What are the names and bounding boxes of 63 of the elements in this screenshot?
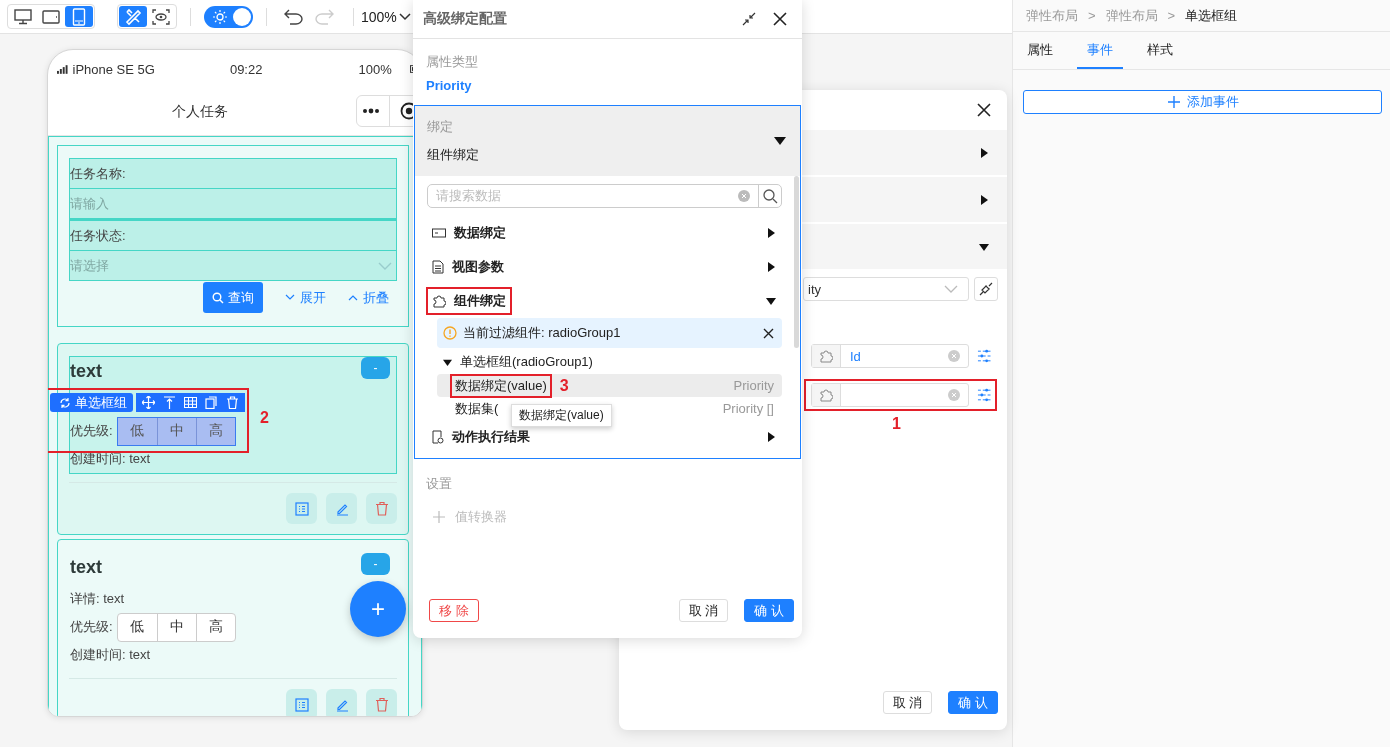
leaf-label: 数据集( xyxy=(454,399,500,418)
carrier-label: iPhone SE 5G xyxy=(72,61,156,77)
cancel-button[interactable]: 取 消 xyxy=(882,691,933,714)
page-title: 个人任务 xyxy=(172,102,228,121)
select-field[interactable]: ity xyxy=(803,277,969,301)
breadcrumb-separator: > xyxy=(1088,8,1096,23)
zoom-select[interactable]: 100% xyxy=(361,8,397,25)
property-type-value: Priority xyxy=(426,78,473,93)
radio-option[interactable]: 高 xyxy=(195,417,235,445)
panel-tab[interactable]: 样式 xyxy=(1137,32,1183,69)
remove-button[interactable]: 移 除 xyxy=(429,599,479,622)
tree-item[interactable]: 视图参数 xyxy=(426,253,510,281)
card-title: text xyxy=(70,557,102,578)
expand-button[interactable]: 展开 xyxy=(277,288,334,307)
tree-leaf[interactable]: 数据绑定(value) 3 Priority xyxy=(437,374,782,397)
breadcrumb-item[interactable]: 单选框组 xyxy=(1185,6,1238,25)
battery-label: 100% xyxy=(358,61,393,77)
dialog-title: 高级绑定配置 xyxy=(423,10,508,28)
breadcrumb-item[interactable]: 弹性布局 xyxy=(1026,6,1078,25)
radio-option[interactable]: 低 xyxy=(117,613,157,641)
created-time-text: 创建时间: text xyxy=(70,450,151,468)
collapse-button[interactable]: 折叠 xyxy=(340,288,397,307)
card-title: text xyxy=(70,361,102,382)
tree-item[interactable]: 数据绑定 xyxy=(426,219,512,247)
select-field[interactable]: 请选择 xyxy=(69,251,397,281)
cancel-button[interactable]: 取 消 xyxy=(678,599,729,622)
confirm-button[interactable]: 确 认 xyxy=(948,691,998,714)
param-field[interactable]: Id xyxy=(811,344,969,368)
add-event-button[interactable]: 添加事件 xyxy=(1023,90,1382,114)
panel-tab[interactable]: 属性 xyxy=(1017,32,1063,69)
leaf-type: Priority xyxy=(733,378,774,393)
radio-option[interactable]: 高 xyxy=(195,613,235,641)
tree-item[interactable]: 组件绑定 xyxy=(426,287,512,315)
query-button[interactable]: 查询 xyxy=(203,282,263,313)
collapse-badge[interactable]: - xyxy=(361,357,390,379)
field-label: 属性类型 xyxy=(426,53,479,71)
breadcrumb-item[interactable]: 弹性布局 xyxy=(1105,6,1158,25)
breadcrumb-separator: > xyxy=(1167,8,1176,23)
annotation-number: 2 xyxy=(260,409,269,427)
tree-node[interactable]: 单选框组(radioGroup1) xyxy=(427,350,782,374)
radio-option[interactable]: 中 xyxy=(156,613,196,641)
input-field[interactable]: 请输入 xyxy=(69,189,397,219)
tooltip: 数据绑定(value) xyxy=(511,404,612,427)
annotation-number: 1 xyxy=(892,415,901,433)
field-label: 任务状态: xyxy=(69,219,397,251)
priority-label: 优先级: xyxy=(70,422,113,440)
leaf-label: 数据绑定(value) xyxy=(450,373,552,398)
component-tag[interactable]: 单选框组 xyxy=(50,393,133,412)
detail-text: 详情: text xyxy=(70,590,125,608)
panel-tab[interactable]: 事件 xyxy=(1077,32,1123,69)
created-time-text: 创建时间: text xyxy=(70,646,151,664)
collapse-badge[interactable]: - xyxy=(361,553,390,575)
clock-label: 09:22 xyxy=(229,61,264,77)
confirm-button[interactable]: 确 认 xyxy=(744,599,794,622)
binding-select[interactable]: 绑定 组件绑定 xyxy=(415,106,800,176)
radio-option[interactable]: 中 xyxy=(156,417,196,445)
filter-text: 当前过滤组件: radioGroup1 xyxy=(463,324,622,342)
field-label: 任务名称: xyxy=(69,158,397,189)
radio-option[interactable]: 低 xyxy=(117,417,157,445)
section-label: 设置 xyxy=(426,475,453,493)
leaf-type: Priority [] xyxy=(722,401,774,416)
annotation-number: 3 xyxy=(559,376,569,395)
priority-label: 优先级: xyxy=(70,618,113,636)
